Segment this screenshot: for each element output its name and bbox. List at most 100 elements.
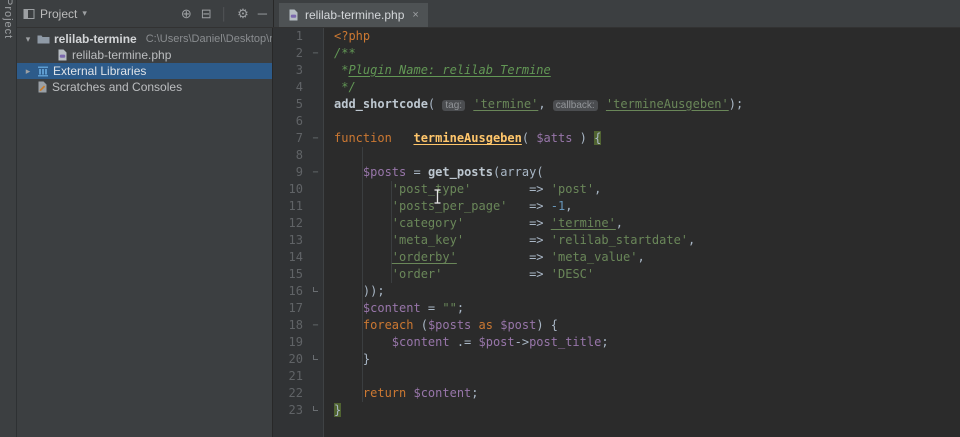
token-txt: ,	[637, 250, 645, 264]
code-line[interactable]: 22 return $content;	[273, 385, 960, 402]
tree-item-path: C:\Users\Daniel\Desktop\relilab\relilab-…	[145, 33, 272, 45]
code-text: 'orderby' => 'meta_value',	[325, 249, 645, 266]
tab-relilab-termine-php[interactable]: relilab-termine.php ×	[279, 3, 428, 27]
fold-icon[interactable]: −	[306, 164, 325, 181]
code-line[interactable]: 10 'post_type' => 'post',	[273, 181, 960, 198]
token-txt: get_posts	[427, 165, 493, 179]
token-str: 'post'	[550, 182, 595, 196]
code-line[interactable]: 4 */	[273, 79, 960, 96]
chevron-right-icon[interactable]: ▸	[23, 66, 33, 77]
code-lines: 1 <?php 2−/** 3 *Plugin Name: relilab Termi…	[273, 28, 960, 437]
code-line[interactable]: 2−/**	[273, 45, 960, 62]
scratches-icon	[37, 81, 48, 93]
code-line[interactable]: 14 'orderby' => 'meta_value',	[273, 249, 960, 266]
line-number: 19	[288, 335, 303, 349]
fold-icon[interactable]: −	[306, 45, 325, 62]
code-line[interactable]: 20 }	[273, 351, 960, 368]
code-line[interactable]: 23}	[273, 402, 960, 419]
fold-icon[interactable]: −	[306, 317, 325, 334]
line-number: 21	[288, 369, 303, 383]
library-icon	[37, 66, 49, 77]
project-panel-title[interactable]: Project	[40, 7, 77, 21]
code-line[interactable]: 15 'order' => 'DESC'	[273, 266, 960, 283]
project-panel: ▾ relilab-termine C:\Users\Daniel\Deskto…	[17, 28, 273, 437]
code-line[interactable]: 13 'meta_key' => 'relilab_startdate',	[273, 232, 960, 249]
token-txt: (array(	[492, 165, 544, 179]
token-fn: termineAusgeben	[413, 131, 522, 145]
token-txt: ,	[615, 216, 624, 230]
fold-icon[interactable]: −	[306, 130, 325, 147]
line-number: 17	[288, 301, 303, 315]
chevron-down-icon[interactable]: ▾	[82, 8, 87, 19]
code-line[interactable]: 21	[273, 368, 960, 385]
chevron-down-icon[interactable]: ▾	[23, 34, 33, 45]
close-icon[interactable]: ×	[412, 9, 418, 21]
fold-icon[interactable]	[306, 351, 325, 368]
token-txt: =>	[529, 250, 551, 264]
code-text: 'meta_key' => 'relilab_startdate',	[325, 232, 695, 249]
tree-item-label: relilab-termine	[54, 32, 137, 46]
code-line[interactable]: 12 'category' => 'termine',	[273, 215, 960, 232]
tree-item-external-libraries[interactable]: ▸ External Libraries	[17, 63, 272, 79]
token-doc: /**	[334, 46, 356, 60]
editor[interactable]: 1 <?php 2−/** 3 *Plugin Name: relilab Termi…	[273, 28, 960, 437]
token-str: 'termine'	[473, 97, 539, 111]
line-number: 4	[295, 80, 303, 94]
code-line[interactable]: 7− function termineAusgeben( $atts ) {	[273, 130, 960, 147]
token-str: ""	[442, 301, 457, 315]
tree-item-project-root[interactable]: ▾ relilab-termine C:\Users\Daniel\Deskto…	[17, 31, 272, 47]
line-number: 10	[288, 182, 303, 196]
code-line[interactable]: 11 'posts_per_page' => -1,	[273, 198, 960, 215]
tool-window-bar: Project	[0, 0, 17, 437]
token-str: 'order'	[391, 267, 443, 281]
fold-icon[interactable]	[306, 402, 325, 419]
token-kw: foreach	[362, 318, 421, 332]
code-text: 'category' => 'termine',	[325, 215, 623, 232]
editor-tab-bar: relilab-termine.php ×	[273, 0, 960, 27]
code-text: function termineAusgeben( $atts ) {	[325, 130, 602, 147]
tool-window-button-project[interactable]: Project	[2, 0, 14, 39]
hide-panel-icon[interactable]: ─	[258, 6, 267, 21]
line-number: 20	[288, 352, 303, 366]
tree-item-relilab-termine-php[interactable]: relilab-termine.php	[17, 47, 272, 63]
code-line[interactable]: 19 $content .= $post->post_title;	[273, 334, 960, 351]
token-str: 'DESC'	[550, 267, 595, 281]
token-txt: ;	[471, 386, 479, 400]
locate-file-icon[interactable]: ⊕	[181, 6, 192, 22]
collapse-all-icon[interactable]: ⊟	[201, 6, 212, 22]
tree-item-scratches[interactable]: Scratches and Consoles	[17, 79, 272, 95]
token-hint: callback:	[552, 100, 598, 111]
code-line[interactable]: 1 <?php	[273, 28, 960, 45]
gear-icon[interactable]: ⚙	[237, 6, 249, 22]
code-line[interactable]: 5 add_shortcode( tag: 'termine', callback…	[273, 96, 960, 113]
token-txt: =	[420, 301, 443, 315]
token-str: 'post_type'	[391, 182, 472, 196]
token-txt: ;	[601, 335, 609, 349]
token-doc: *	[334, 63, 349, 77]
code-line[interactable]: 9− $posts = get_posts(array(	[273, 164, 960, 181]
code-line[interactable]: 18− foreach ($posts as $post) {	[273, 317, 960, 334]
code-line[interactable]: 17 $content = "";	[273, 300, 960, 317]
code-line[interactable]: 8	[273, 147, 960, 164]
toolbar-divider: │	[220, 6, 229, 21]
code-line[interactable]: 3 *Plugin Name: relilab Termine	[273, 62, 960, 79]
code-line[interactable]: 16 ));	[273, 283, 960, 300]
token-var: $post	[500, 318, 537, 332]
code-line[interactable]: 6	[273, 113, 960, 130]
code-text: *Plugin Name: relilab Termine	[325, 62, 551, 79]
fold-icon[interactable]	[306, 283, 325, 300]
token-txt: =>	[529, 199, 551, 213]
